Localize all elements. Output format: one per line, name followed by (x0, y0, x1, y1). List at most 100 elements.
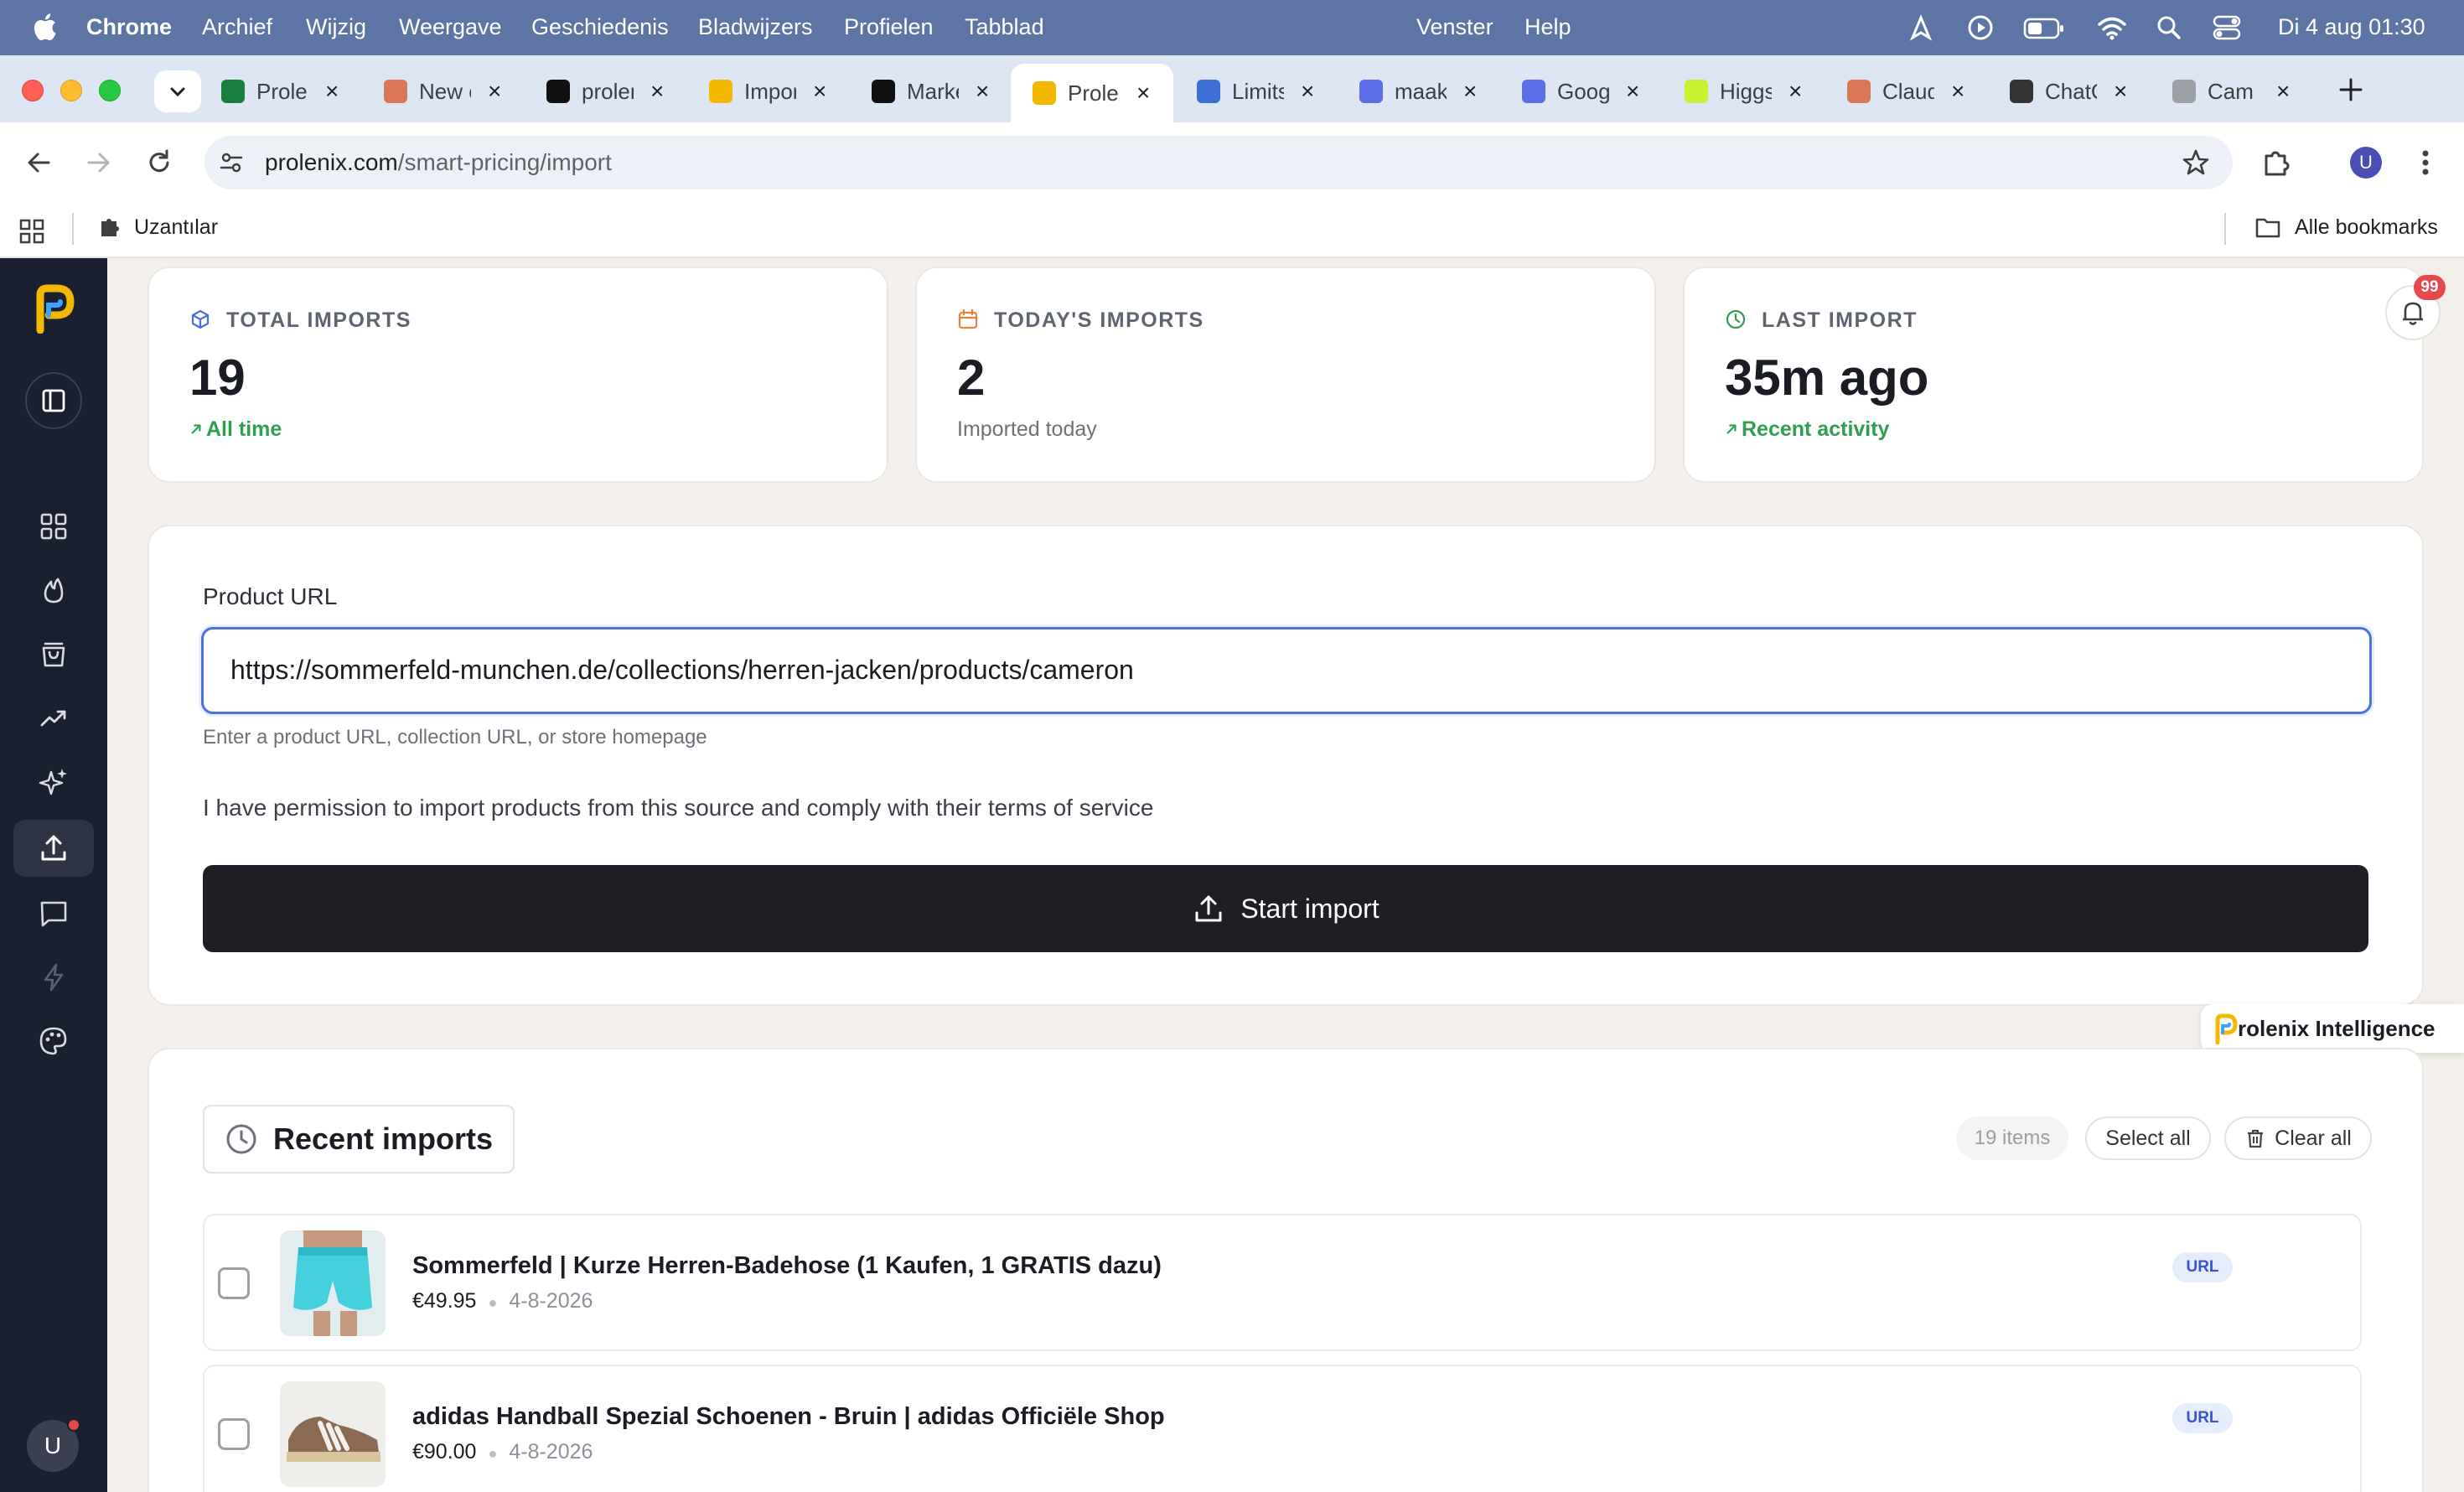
new-tab-plus-icon[interactable] (2337, 75, 2365, 104)
import-row[interactable]: adidas Handball Spezial Schoenen - Bruin… (203, 1365, 2362, 1492)
close-tab-icon[interactable]: × (2114, 78, 2127, 105)
browser-tab[interactable]: Cam × (2161, 69, 2311, 114)
browser-tab[interactable]: maak × (1348, 69, 1499, 114)
profile-avatar[interactable]: U (2350, 147, 2382, 179)
chat-bubble-icon (40, 901, 67, 927)
import-item-title[interactable]: adidas Handball Spezial Schoenen - Bruin… (412, 1403, 1165, 1431)
browser-tab[interactable]: Google × (1510, 69, 1661, 114)
sidebar-item-dashboard[interactable] (25, 498, 82, 555)
grid-dashboard-icon (40, 513, 67, 540)
browser-tab[interactable]: prolenix × (535, 69, 686, 114)
import-item-title[interactable]: Sommerfeld | Kurze Herren-Badehose (1 Ka… (412, 1252, 1162, 1280)
window-minimize-button[interactable] (60, 80, 82, 101)
location-arrow-icon[interactable] (1908, 14, 1934, 41)
more-vert-icon[interactable] (2414, 146, 2437, 179)
back-arrow-icon[interactable] (23, 148, 54, 178)
bookmark-star-icon[interactable] (2181, 148, 2211, 178)
tab-title: Google (1557, 78, 1609, 104)
row-checkbox[interactable] (218, 1418, 250, 1450)
source-url-badge: URL (2172, 1252, 2233, 1282)
close-tab-icon[interactable]: × (1951, 78, 1964, 105)
menu-help[interactable]: Help (1524, 14, 1571, 40)
gemini-icon (1522, 80, 1545, 103)
close-tab-icon[interactable]: × (1463, 78, 1477, 105)
close-tab-icon[interactable]: × (1301, 78, 1314, 105)
battery-icon[interactable] (2023, 17, 2065, 40)
close-tab-icon[interactable]: × (1136, 80, 1150, 106)
close-tab-icon[interactable]: × (813, 78, 826, 105)
stat-card: TOTAL IMPORTS 19 All time (148, 267, 888, 483)
menubar-clock[interactable]: Di 4 aug 01:30 (2278, 14, 2425, 40)
menu-bladwijzers[interactable]: Bladwijzers (698, 14, 813, 40)
tab-search-button[interactable] (154, 70, 201, 112)
menu-profielen[interactable]: Profielen (844, 14, 934, 40)
row-checkbox[interactable] (218, 1267, 250, 1299)
macos-menubar: Chrome Archief Wijzig Weergave Geschiede… (0, 0, 2464, 55)
browser-tab[interactable]: Import × (697, 69, 848, 114)
sidebar-item-automation[interactable] (25, 949, 82, 1006)
browser-tab[interactable]: Claude × (1835, 69, 1986, 114)
browser-tab[interactable]: Limits × (1185, 69, 1336, 114)
vercel-icon (546, 80, 570, 103)
permission-text[interactable]: I have permission to import products fro… (203, 795, 1153, 821)
sidebar-item-analytics[interactable] (25, 689, 82, 746)
close-tab-icon[interactable]: × (2276, 78, 2290, 105)
menu-weergave[interactable]: Weergave (399, 14, 502, 40)
play-circle-icon[interactable] (1967, 14, 1994, 41)
window-zoom-button[interactable] (99, 80, 121, 101)
menu-app-chrome[interactable]: Chrome (86, 14, 172, 40)
product-url-value: https://sommerfeld-munchen.de/collection… (230, 655, 1134, 685)
browser-tab[interactable]: ChatGPT × (1998, 69, 2149, 114)
menu-archief[interactable]: Archief (202, 14, 272, 40)
close-tab-icon[interactable]: × (1626, 78, 1639, 105)
prolenix-logo[interactable] (32, 283, 75, 334)
menu-wijzig[interactable]: Wijzig (306, 14, 366, 40)
gemini-icon (1359, 80, 1383, 103)
import-row[interactable]: Sommerfeld | Kurze Herren-Badehose (1 Ka… (203, 1214, 2362, 1351)
browser-tab[interactable]: Prolenix × (1011, 64, 1173, 122)
extensions-puzzle-icon[interactable] (2260, 146, 2293, 179)
window-close-button[interactable] (22, 80, 44, 101)
close-tab-icon[interactable]: × (650, 78, 664, 105)
site-settings-icon[interactable] (218, 149, 245, 176)
forward-arrow-icon[interactable] (84, 148, 114, 178)
control-center-icon[interactable] (2213, 14, 2241, 41)
browser-tab[interactable]: Market × (860, 69, 1011, 114)
address-url[interactable]: prolenix.com/smart-pricing/import (265, 149, 612, 176)
tab-title: ChatGPT (2045, 78, 2097, 104)
apps-grid-icon[interactable] (18, 218, 45, 245)
import-form-card: Product URL https://sommerfeld-munchen.d… (148, 525, 2424, 1006)
tab-title: Higgsfield (1720, 78, 1772, 104)
menu-geschiedenis[interactable]: Geschiedenis (531, 14, 669, 40)
sidebar-item-theme[interactable] (25, 1013, 82, 1070)
sidebar-item-ai[interactable] (25, 753, 82, 810)
reload-icon[interactable] (144, 148, 174, 178)
close-tab-icon[interactable]: × (488, 78, 501, 105)
sidebar-item-import[interactable] (13, 820, 94, 877)
sidebar-toggle-button[interactable] (25, 372, 82, 429)
bookmark-extensions[interactable]: Uzantılar (97, 215, 218, 240)
browser-tab[interactable]: Prolenix × (210, 69, 360, 114)
apple-logo-icon[interactable] (32, 12, 57, 42)
wifi-icon[interactable] (2097, 14, 2127, 41)
close-tab-icon[interactable]: × (325, 78, 339, 105)
clear-all-button[interactable]: Clear all (2224, 1116, 2372, 1160)
sidebar-item-messages[interactable] (25, 885, 82, 942)
menu-venster[interactable]: Venster (1416, 14, 1493, 40)
close-tab-icon[interactable]: × (976, 78, 989, 105)
import-item-price: €90.00 (412, 1440, 477, 1464)
address-bar[interactable]: prolenix.com/smart-pricing/import (204, 136, 2233, 189)
close-tab-icon[interactable]: × (1788, 78, 1802, 105)
menu-tabblad[interactable]: Tabblad (965, 14, 1044, 40)
prolenix-intelligence-label: rolenix Intelligence (2238, 1015, 2436, 1041)
sidebar-item-trending[interactable] (25, 562, 82, 619)
browser-tab[interactable]: New chat × (372, 69, 523, 114)
product-url-input[interactable]: https://sommerfeld-munchen.de/collection… (201, 627, 2372, 714)
sidebar-item-shop[interactable] (25, 625, 82, 682)
prolenix-intelligence-button[interactable]: rolenix Intelligence (2201, 1004, 2464, 1053)
all-bookmarks-button[interactable]: Alle bookmarks (2254, 215, 2438, 240)
browser-tab[interactable]: Higgsfield × (1673, 69, 1824, 114)
start-import-button[interactable]: Start import (203, 865, 2368, 952)
spotlight-search-icon[interactable] (2156, 14, 2182, 41)
select-all-button[interactable]: Select all (2085, 1116, 2211, 1160)
